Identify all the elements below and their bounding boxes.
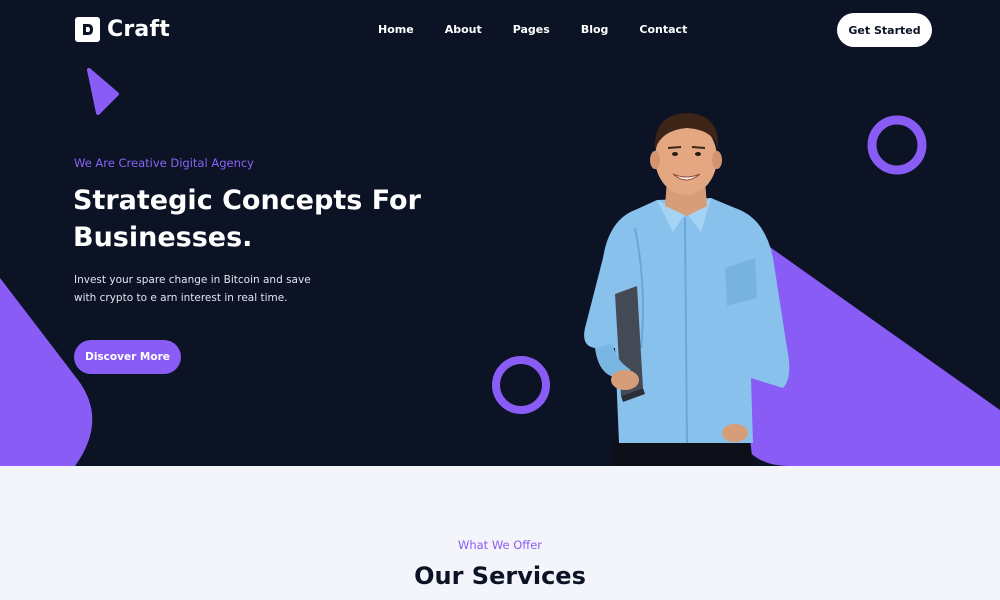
hero-person-image bbox=[584, 113, 790, 466]
services-title: Our Services bbox=[414, 562, 586, 590]
ring-decoration bbox=[492, 356, 550, 414]
logo-icon bbox=[75, 17, 100, 42]
ring-decoration bbox=[867, 115, 927, 175]
nav-item-pages[interactable]: Pages bbox=[513, 23, 550, 36]
brand-name: Craft bbox=[107, 17, 170, 42]
get-started-button[interactable]: Get Started bbox=[837, 13, 932, 47]
brand-logo[interactable]: Craft bbox=[75, 17, 170, 42]
services-subtitle: What We Offer bbox=[457, 538, 543, 552]
nav-item-home[interactable]: Home bbox=[378, 23, 414, 36]
nav-item-contact[interactable]: Contact bbox=[639, 23, 687, 36]
hero-section: Craft Home About Pages Blog Contact Get … bbox=[0, 0, 1000, 466]
main-nav: Home About Pages Blog Contact bbox=[378, 23, 687, 36]
hero-description: Invest your spare change in Bitcoin and … bbox=[74, 274, 311, 304]
nav-item-blog[interactable]: Blog bbox=[581, 23, 609, 36]
nav-item-about[interactable]: About bbox=[445, 23, 482, 36]
hero-headline: Strategic Concepts For Businesses. bbox=[73, 185, 421, 253]
triangle-decoration bbox=[87, 68, 119, 115]
discover-more-button[interactable]: Discover More bbox=[74, 340, 181, 374]
hero-tagline: We Are Creative Digital Agency bbox=[74, 156, 254, 170]
